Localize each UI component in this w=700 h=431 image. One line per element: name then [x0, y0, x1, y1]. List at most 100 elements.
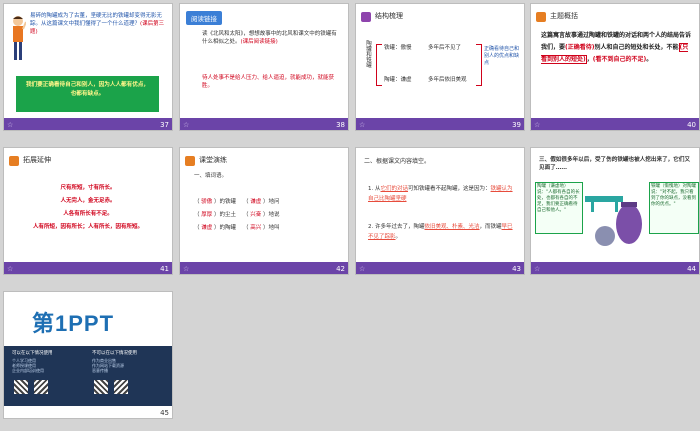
- star-icon: ☆: [7, 265, 14, 273]
- quote-line-1: 尺有所短，寸有所长。: [60, 185, 116, 191]
- slide-thumbnail-40[interactable]: 主题概括 这篇寓言故事通过陶罐和铁罐的对话和两个人的结局告诉我们，要(正确看待)…: [531, 4, 699, 130]
- row-suffix: 地问: [268, 199, 280, 205]
- answer-box: 我们要正确看待自己和别人，因为人人都有优点，也都有缺点。: [16, 76, 159, 112]
- blank-answer: 谦虚: [250, 199, 262, 205]
- instruction: 一、填词语。: [194, 173, 228, 179]
- row2-right: 多年后依旧美观: [428, 77, 467, 83]
- pots-illustration: [585, 188, 645, 248]
- q2-part-b: ，而铁罐: [479, 224, 502, 230]
- right-speech-box: 铁罐（惭愧地）对陶罐说："对不起，我只看到了你的缺点，没看到你的优点。": [649, 182, 699, 234]
- book-icon: [9, 156, 19, 166]
- qr-code-icon: [14, 380, 28, 394]
- left-title: 可以在以下情况使用: [12, 351, 53, 356]
- slide-number: 43: [512, 265, 521, 273]
- slide-number: 37: [160, 121, 169, 129]
- prompt-hint: (课后阅读链接): [240, 39, 278, 45]
- section-tag: 阅读链接: [186, 11, 222, 25]
- star-icon: ☆: [183, 121, 190, 129]
- star-icon: ☆: [534, 121, 541, 129]
- star-icon: ☆: [7, 121, 14, 129]
- star-icon: ☆: [359, 265, 366, 273]
- slide-footer: [531, 262, 699, 274]
- right-item: 恶意传播: [92, 368, 108, 373]
- fill-row: （ 厚厚 ）的尘土 （ 兴奋 ）地说: [194, 212, 280, 218]
- row1-right: 多年后不见了: [428, 45, 462, 51]
- slide-thumbnail-39[interactable]: 结构梳理 陶罐和铁罐 铁罐：傲慢 多年后不见了 陶罐：谦虚 多年后依旧美观 正确…: [356, 4, 524, 130]
- slide-footer: [4, 118, 172, 130]
- row-suffix: 地说: [268, 212, 280, 218]
- summary-p4: 。: [646, 56, 653, 63]
- slide-footer: [356, 262, 524, 274]
- vertical-label: 陶罐和铁罐: [365, 40, 371, 68]
- q1-answer: 它们的对话: [380, 186, 409, 192]
- summary-b1: (正确看待): [565, 44, 595, 51]
- section-title: 课堂演练: [199, 156, 227, 164]
- right-title: 不可以在以下情况使用: [92, 351, 137, 356]
- fill-row: （ 骄傲 ）的铁罐 （ 谦虚 ）地问: [194, 199, 280, 205]
- q2-answer: 依旧美观、朴素、光洁: [424, 224, 480, 230]
- summary-b3: (看不到自己的不足): [592, 56, 647, 63]
- bracket-right: [476, 44, 482, 86]
- qr-code-icon: [34, 380, 48, 394]
- slide-thumbnail-43[interactable]: 二、根据课文内容填空。 1. 从它们的对话可知铁罐看不起陶罐，这是因为：铁罐认为…: [356, 148, 524, 274]
- slide-number: 40: [687, 121, 696, 129]
- quote-line-4: 人有所短，因有所长；人有所长，因有所短。: [32, 224, 143, 230]
- book-icon: [361, 12, 371, 22]
- slide-thumbnail-44[interactable]: 三、假如很多年以后，受了伤的铁罐也被人挖出来了，它们又见面了…… 陶罐（谦虚地）…: [531, 148, 699, 274]
- slide-number: 38: [336, 121, 345, 129]
- blank-answer: 厚厚: [201, 212, 213, 218]
- blank-answer: 兴奋: [250, 212, 262, 218]
- q1-part-a: 1. 从: [368, 186, 381, 192]
- left-item: 企业内部培训使用: [12, 368, 44, 373]
- row-suffix: 地叫: [268, 225, 280, 231]
- slide-thumbnail-38[interactable]: 阅读链接 读《北风和太阳》，想想故事中的北风和课文中的铁罐有什么相似之处。(课后…: [180, 4, 348, 130]
- slide-number: 45: [160, 409, 169, 417]
- slide-thumbnail-37[interactable]: 易碎的陶罐成为了古董，坚硬无比的铁罐却变得无影无踪。从这篇课文中我们懂得了一个什…: [4, 4, 172, 130]
- summary-p2: 别人和自己的短处和长处，不能: [594, 44, 679, 51]
- quote-line-2: 人无完人，金无足赤。: [60, 198, 116, 204]
- heading: 三、假如很多年以后，受了伤的铁罐也被人挖出来了，它们又见面了……: [539, 157, 691, 171]
- row-suffix: 的尘土: [219, 212, 237, 218]
- bracket-left: [376, 44, 382, 86]
- star-icon: ☆: [359, 121, 366, 129]
- book-icon: [185, 156, 195, 166]
- left-speech-box: 陶罐（谦虚地）说："人都有各自的长处，也都有各自的不足，我们要正确看待自己和他人…: [535, 182, 583, 234]
- teacher-illustration: [10, 14, 27, 64]
- slide-footer: [531, 118, 699, 130]
- slide-number: 41: [160, 265, 169, 273]
- slide-number: 44: [687, 265, 696, 273]
- q1-part-b: 可知铁罐看不起陶罐，这是因为：: [408, 186, 491, 192]
- brand-logo: 第1PPT: [32, 311, 115, 336]
- q2-part-a: 2. 许多年过去了，陶罐: [368, 224, 425, 230]
- slide-number: 39: [512, 121, 521, 129]
- star-icon: ☆: [534, 265, 541, 273]
- section-title: 拓展延伸: [23, 156, 51, 164]
- fill-row: （ 谦虚 ）的陶罐 （ 高兴 ）地叫: [194, 225, 280, 231]
- answer-text: 我们要正确看待自己和别人，因为人人都有优点，也都有缺点。: [25, 82, 150, 97]
- section-title: 主题概括: [550, 12, 578, 20]
- star-icon: ☆: [183, 265, 190, 273]
- slide-footer: [180, 262, 348, 274]
- heading: 二、根据课文内容填空。: [364, 158, 431, 165]
- slide-thumbnail-41[interactable]: 拓展延伸 尺有所短，寸有所长。 人无完人，金无足赤。 人各有所长有不足。 人有所…: [4, 148, 172, 274]
- row-suffix: 的铁罐: [219, 199, 237, 205]
- slide-footer: [4, 262, 172, 274]
- slide-number: 42: [336, 265, 345, 273]
- slide-footer: [356, 118, 524, 130]
- slide-footer: [180, 118, 348, 130]
- book-icon: [536, 12, 546, 22]
- slide-thumbnail-45[interactable]: 第1PPT 可以在以下情况使用 不可以在以下情况使用 个人学习使用 老师授课使用…: [4, 292, 172, 418]
- blank-answer: 骄傲: [201, 199, 213, 205]
- blank-answer: 谦虚: [201, 225, 213, 231]
- row-suffix: 的陶罐: [219, 225, 237, 231]
- blank-answer: 高兴: [250, 225, 262, 231]
- row2-left: 陶罐：谦虚: [384, 77, 412, 83]
- quote-line-3: 人各有所长有不足。: [63, 211, 113, 217]
- q2-part-c: 。: [395, 234, 402, 240]
- side-note: 正确看待自己和别人的优点和缺点: [484, 46, 520, 66]
- section-title: 结构梳理: [375, 12, 403, 20]
- slide-thumbnail-42[interactable]: 课堂演练 一、填词语。 （ 骄傲 ）的铁罐 （ 谦虚 ）地问 （ 厚厚 ）的尘土…: [180, 148, 348, 274]
- answer-text: 待人处事不是给人压力、给人逼迫，就能成功，就能获胜。: [202, 75, 335, 89]
- qr-code-icon: [94, 380, 108, 394]
- qr-code-icon: [114, 380, 128, 394]
